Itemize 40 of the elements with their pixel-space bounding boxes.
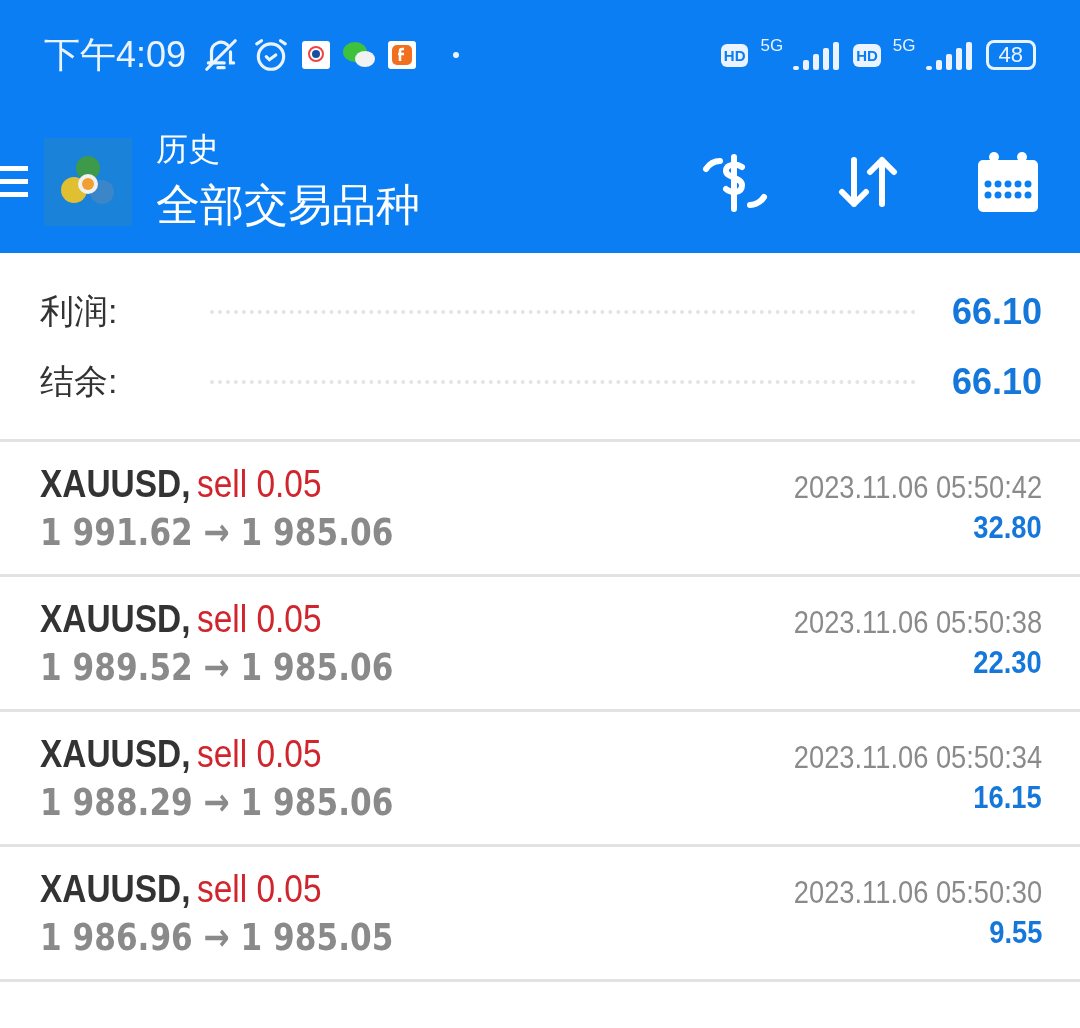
deal-prices: 1 986.96 → 1 985.05 bbox=[40, 914, 394, 959]
deal-side: sell 0.05 bbox=[197, 462, 322, 506]
deal-symbol: XAUUSD, bbox=[40, 732, 191, 776]
dot-icon bbox=[452, 51, 461, 59]
deal-profit: 32.80 bbox=[973, 510, 1042, 546]
app-notification-icon bbox=[302, 41, 331, 69]
network-type: 5G bbox=[760, 36, 784, 56]
calendar-button[interactable] bbox=[976, 149, 1040, 214]
deal-time: 2023.11.06 05:50:30 bbox=[793, 875, 1042, 911]
hd-badge: HD bbox=[853, 43, 881, 67]
deal-prices: 1 991.62 → 1 985.06 bbox=[40, 509, 394, 554]
deal-side: sell 0.05 bbox=[197, 732, 322, 776]
deal-symbol: XAUUSD, bbox=[40, 462, 191, 506]
battery-level: 48 bbox=[985, 40, 1036, 70]
app-notification-icon bbox=[388, 41, 417, 69]
summary-label: 利润: bbox=[40, 291, 119, 332]
sort-button[interactable] bbox=[838, 155, 900, 208]
deal-symbol: XAUUSD, bbox=[40, 867, 191, 911]
summary-value: 66.10 bbox=[951, 361, 1042, 403]
symbol-filter[interactable]: 全部交易品种 bbox=[156, 176, 420, 235]
status-time: 下午4:09 bbox=[44, 32, 187, 77]
deal-time: 2023.11.06 05:50:42 bbox=[793, 470, 1042, 506]
deal-profit: 16.15 bbox=[973, 780, 1042, 816]
menu-icon[interactable] bbox=[0, 163, 30, 200]
summary-value: 66.10 bbox=[951, 291, 1042, 333]
deal-prices: 1 988.29 → 1 985.06 bbox=[40, 779, 394, 824]
deal-side: sell 0.05 bbox=[197, 867, 322, 911]
deal-profit: 22.30 bbox=[973, 645, 1042, 681]
screen-title: 历史 bbox=[156, 130, 221, 169]
deal-prices: 1 989.52 → 1 985.06 bbox=[40, 644, 394, 689]
deal-profit: 9.55 bbox=[988, 915, 1042, 951]
deal-time: 2023.11.06 05:50:38 bbox=[793, 605, 1042, 641]
deal-symbol: XAUUSD, bbox=[40, 597, 191, 641]
app-logo-icon bbox=[44, 137, 132, 226]
chat-icon bbox=[342, 41, 377, 69]
deal-time: 2023.11.06 05:50:34 bbox=[793, 740, 1042, 776]
hd-badge: HD bbox=[720, 43, 749, 67]
deal-side: sell 0.05 bbox=[197, 597, 322, 641]
network-type: 5G bbox=[892, 36, 916, 56]
summary-label: 结余: bbox=[40, 361, 119, 402]
